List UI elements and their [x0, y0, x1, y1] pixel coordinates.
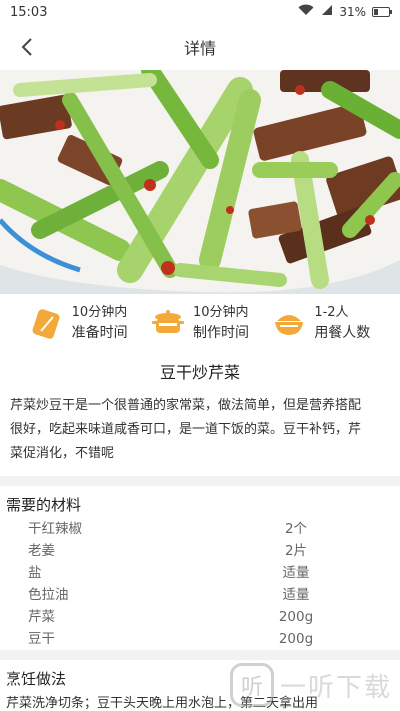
- signal-icon: [320, 4, 333, 20]
- site-watermark: 听 一听下载: [229, 663, 392, 707]
- status-icons: 31%: [298, 4, 392, 20]
- servings-value: 1-2人: [314, 305, 349, 320]
- material-row: 盐 适量: [6, 562, 394, 584]
- cooking-pot-icon: [151, 306, 185, 340]
- material-row: 豆干 200g: [6, 628, 394, 650]
- prep-time-icon: [30, 306, 64, 340]
- description-line: 菜促消化，不错呢: [10, 446, 115, 461]
- recipe-meta: 10分钟内 准备时间 10分钟内 制作时间 1-2人 用餐人数: [0, 294, 400, 352]
- page-title: 详情: [183, 39, 216, 58]
- material-amount: 适量: [282, 565, 310, 581]
- description-line: 很好，吃起来味道咸香可口，是一道下饭的菜。豆干补钙，芹: [10, 422, 362, 437]
- cook-time-value: 10分钟内: [192, 305, 249, 320]
- battery-percent: 31%: [339, 5, 366, 19]
- description-line: 芹菜炒豆干是一个很普通的家常菜，做法简单，但是营养搭配: [10, 398, 362, 413]
- material-row: 干红辣椒 2个: [6, 518, 394, 540]
- material-row: 色拉油 适量: [6, 584, 394, 606]
- material-amount: 2片: [284, 543, 308, 559]
- navigation-bar: 详情: [0, 24, 400, 70]
- watermark-text: 一听下载: [279, 672, 392, 703]
- prep-time-value: 10分钟内: [71, 305, 128, 320]
- servings: 1-2人 用餐人数: [272, 303, 370, 343]
- material-row: 芹菜 200g: [6, 606, 394, 628]
- materials-title: 需要的材料: [6, 496, 82, 514]
- materials-section: 需要的材料 干红辣椒 2个 老姜 2片 盐 适量 色拉油 适量 芹菜 200g …: [0, 486, 400, 650]
- battery-icon: [372, 7, 392, 17]
- prep-time: 10分钟内 准备时间: [30, 303, 128, 343]
- watermark-logo: 听: [229, 663, 274, 707]
- material-amount: 适量: [282, 587, 310, 603]
- cook-time-label: 制作时间: [192, 325, 249, 341]
- material-name: 色拉油: [28, 587, 69, 603]
- rice-bowl-icon: [272, 306, 306, 340]
- material-amount: 2个: [284, 521, 308, 537]
- prep-time-label: 准备时间: [71, 325, 128, 341]
- dish-description: 芹菜炒豆干是一个很普通的家常菜，做法简单，但是营养搭配 很好，吃起来味道咸香可口…: [0, 394, 400, 476]
- material-amount: 200g: [278, 631, 314, 647]
- servings-label: 用餐人数: [314, 325, 371, 341]
- dish-title: 豆干炒芹菜: [0, 352, 400, 394]
- battery-fill: [374, 9, 378, 15]
- status-time: 15:03: [10, 4, 48, 20]
- back-button[interactable]: [12, 32, 42, 62]
- cook-time: 10分钟内 制作时间: [151, 303, 249, 343]
- chevron-left-icon: [21, 38, 32, 56]
- material-name: 干红辣椒: [28, 521, 82, 537]
- material-name: 豆干: [28, 631, 55, 647]
- material-name: 盐: [28, 565, 42, 581]
- material-row: 老姜 2片: [6, 540, 394, 562]
- dish-photo: [0, 70, 400, 294]
- material-name: 老姜: [28, 543, 55, 559]
- status-bar: 15:03 31%: [0, 0, 400, 24]
- material-amount: 200g: [278, 609, 314, 625]
- material-name: 芹菜: [28, 609, 55, 625]
- wifi-icon: [298, 4, 314, 20]
